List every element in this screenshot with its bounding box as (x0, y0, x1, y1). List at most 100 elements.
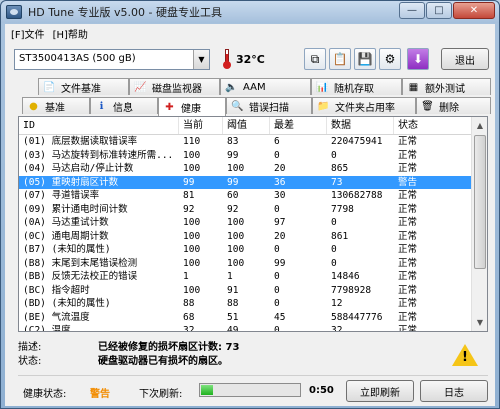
disk-monitor-icon: 📈 (134, 81, 147, 93)
table-row[interactable]: (01) 底层数据读取错误率 110 83 6 220475941 正常 (19, 135, 472, 149)
state-label: 状态: (18, 356, 42, 367)
cell-worst: 30 (274, 190, 286, 201)
cell-id: (01) 底层数据读取错误率 (23, 136, 138, 147)
col-current[interactable]: 当前 (179, 117, 223, 134)
col-data[interactable]: 数据 (327, 117, 394, 134)
vertical-scrollbar[interactable]: ▲ ▼ (471, 117, 487, 331)
col-status[interactable]: 状态 (394, 117, 472, 134)
cell-threshold: 91 (227, 284, 239, 296)
cell-id: (B7) (未知的属性) (23, 244, 111, 255)
table-row[interactable]: (07) 寻道错误率 81 60 30 130682788 正常 (19, 189, 472, 203)
drive-select[interactable]: ST3500413AS (500 gB) ▼ (14, 49, 210, 70)
download-icon[interactable]: ⬇ (407, 48, 429, 70)
refresh-progress-fill (201, 385, 213, 395)
table-row[interactable]: (B7) (未知的属性) 100 100 0 0 正常 (19, 243, 472, 257)
tab-file-benchmark[interactable]: 📄 文件基准 (38, 78, 129, 95)
cell-status: 正常 (398, 284, 418, 296)
table-row[interactable]: (0C) 通电周期计数 100 100 20 861 正常 (19, 230, 472, 244)
cell-worst: 97 (274, 217, 286, 228)
tab-random-access[interactable]: 📊 随机存取 (311, 78, 402, 95)
next-refresh-label: 下次刷新: (139, 389, 183, 400)
menu-help[interactable]: [H]帮助 (53, 26, 88, 41)
menu-file[interactable]: [F]文件 (11, 26, 45, 41)
description-value: 已经被修复的损坏扇区计数: 73 (98, 342, 240, 353)
cell-status: 正常 (398, 136, 418, 147)
cell-data: 861 (331, 230, 349, 242)
cell-id: (BD) (未知的属性) (23, 298, 111, 309)
cell-worst: 0 (274, 203, 280, 215)
cell-threshold: 100 (227, 257, 245, 269)
cell-threshold: 99 (227, 149, 239, 161)
table-row[interactable]: (BB) 反馈无法校正的错误 1 1 0 14846 正常 (19, 270, 472, 284)
cell-id: (0A) 马达重试计数 (23, 217, 109, 228)
tab-erase[interactable]: 🗑 删除 (416, 97, 491, 114)
cell-id: (BE) 气流温度 (23, 311, 90, 323)
magnifier-icon: 🔍 (231, 100, 244, 112)
tab-folder-usage[interactable]: 📁 文件夹占用率 (312, 97, 416, 114)
cell-current: 88 (183, 298, 195, 309)
minimize-button[interactable]: — (399, 2, 425, 19)
scroll-up-icon[interactable]: ▲ (473, 118, 487, 133)
table-row[interactable]: (B8) 末尾到末尾错误检测 100 100 99 0 正常 (19, 257, 472, 271)
options-icon[interactable]: ⚙ (379, 48, 401, 70)
cell-data: 0 (331, 257, 337, 269)
table-row[interactable]: (03) 马达旋转到标准转速所需... 100 99 0 0 正常 (19, 149, 472, 163)
cell-current: 100 (183, 244, 201, 255)
tab-disk-monitor[interactable]: 📈 磁盘监视器 (129, 78, 220, 95)
col-threshold[interactable]: 阈值 (223, 117, 270, 134)
table-row[interactable]: (0A) 马达重试计数 100 100 97 0 正常 (19, 216, 472, 230)
copy-icon[interactable]: ⧉ (304, 48, 326, 70)
speaker-icon: 🔈 (225, 81, 238, 93)
cell-data: 32 (331, 325, 343, 332)
scroll-down-icon[interactable]: ▼ (473, 315, 487, 330)
table-row[interactable]: (BE) 气流温度 68 51 45 588447776 正常 (19, 311, 472, 325)
cell-worst: 0 (274, 149, 280, 161)
table-row[interactable]: (05) 重映射扇区计数 99 99 36 73 警告 (19, 175, 472, 189)
col-id[interactable]: ID (19, 117, 179, 134)
cell-worst: 0 (274, 271, 280, 282)
tab-aam[interactable]: 🔈 AAM (220, 78, 311, 95)
refresh-timer: 0:50 (309, 385, 334, 396)
cell-data: 14846 (331, 271, 360, 282)
cell-status: 正常 (398, 149, 418, 161)
table-row[interactable]: (C2) 温度 32 49 0 32 正常 (19, 324, 472, 332)
cell-worst: 45 (274, 311, 286, 323)
maximize-button[interactable]: □ (426, 2, 452, 19)
exit-button[interactable]: 退出 (441, 48, 489, 70)
cell-data: 0 (331, 217, 337, 228)
window-title: HD Tune 专业版 v5.00 - 硬盘专业工具 (28, 6, 222, 19)
scroll-thumb[interactable] (474, 135, 486, 269)
cell-status: 正常 (398, 203, 418, 215)
tab-info[interactable]: ℹ 信息 (90, 97, 158, 114)
table-row[interactable]: (04) 马达启动/停止计数 100 100 20 865 正常 (19, 162, 472, 176)
cell-current: 100 (183, 230, 201, 242)
table-row[interactable]: (BD) (未知的属性) 88 88 0 12 正常 (19, 297, 472, 311)
tab-benchmark[interactable]: ● 基准 (22, 97, 90, 114)
description-label: 描述: (18, 342, 42, 353)
title-bar[interactable]: HD Tune 专业版 v5.00 - 硬盘专业工具 — □ ✕ (1, 1, 499, 23)
file-benchmark-icon: 📄 (43, 81, 56, 93)
cell-threshold: 99 (227, 176, 239, 188)
thermometer-icon (221, 48, 233, 70)
chevron-down-icon[interactable]: ▼ (193, 50, 209, 69)
close-button[interactable]: ✕ (453, 2, 495, 19)
col-worst[interactable]: 最差 (270, 117, 327, 134)
cell-id: (B8) 末尾到末尾错误检测 (23, 257, 138, 269)
status-bar: 健康状态: 警告 下次刷新: 0:50 立即刷新 日志 (5, 380, 495, 402)
cell-id: (0C) 通电周期计数 (23, 230, 109, 242)
cell-status: 正常 (398, 257, 418, 269)
copy-alt-icon[interactable]: 📋 (329, 48, 351, 70)
description-area: 描述: 已经被修复的损坏扇区计数: 73 状态: 硬盘驱动器已有损坏的扇区。 (18, 338, 488, 368)
smart-table[interactable]: ID 当前 阈值 最差 数据 状态 (01) 底层数据读取错误率 110 83 6 22… (18, 116, 488, 332)
refresh-now-button[interactable]: 立即刷新 (346, 380, 414, 402)
table-row[interactable]: (BC) 指令超时 100 91 0 7798928 正常 (19, 284, 472, 298)
save-icon[interactable]: 💾 (354, 48, 376, 70)
cell-worst: 0 (274, 244, 280, 255)
tab-error-scan[interactable]: 🔍 错误扫描 (226, 97, 312, 114)
info-icon: ℹ (99, 100, 104, 112)
health-status-value: 警告 (90, 389, 110, 400)
tab-extra-tests[interactable]: ▦ 额外测试 (402, 78, 491, 95)
log-button[interactable]: 日志 (420, 380, 488, 402)
tab-health[interactable]: ✚ 健康 (158, 97, 226, 116)
table-row[interactable]: (09) 累计通电时间计数 92 92 0 7798 正常 (19, 203, 472, 217)
